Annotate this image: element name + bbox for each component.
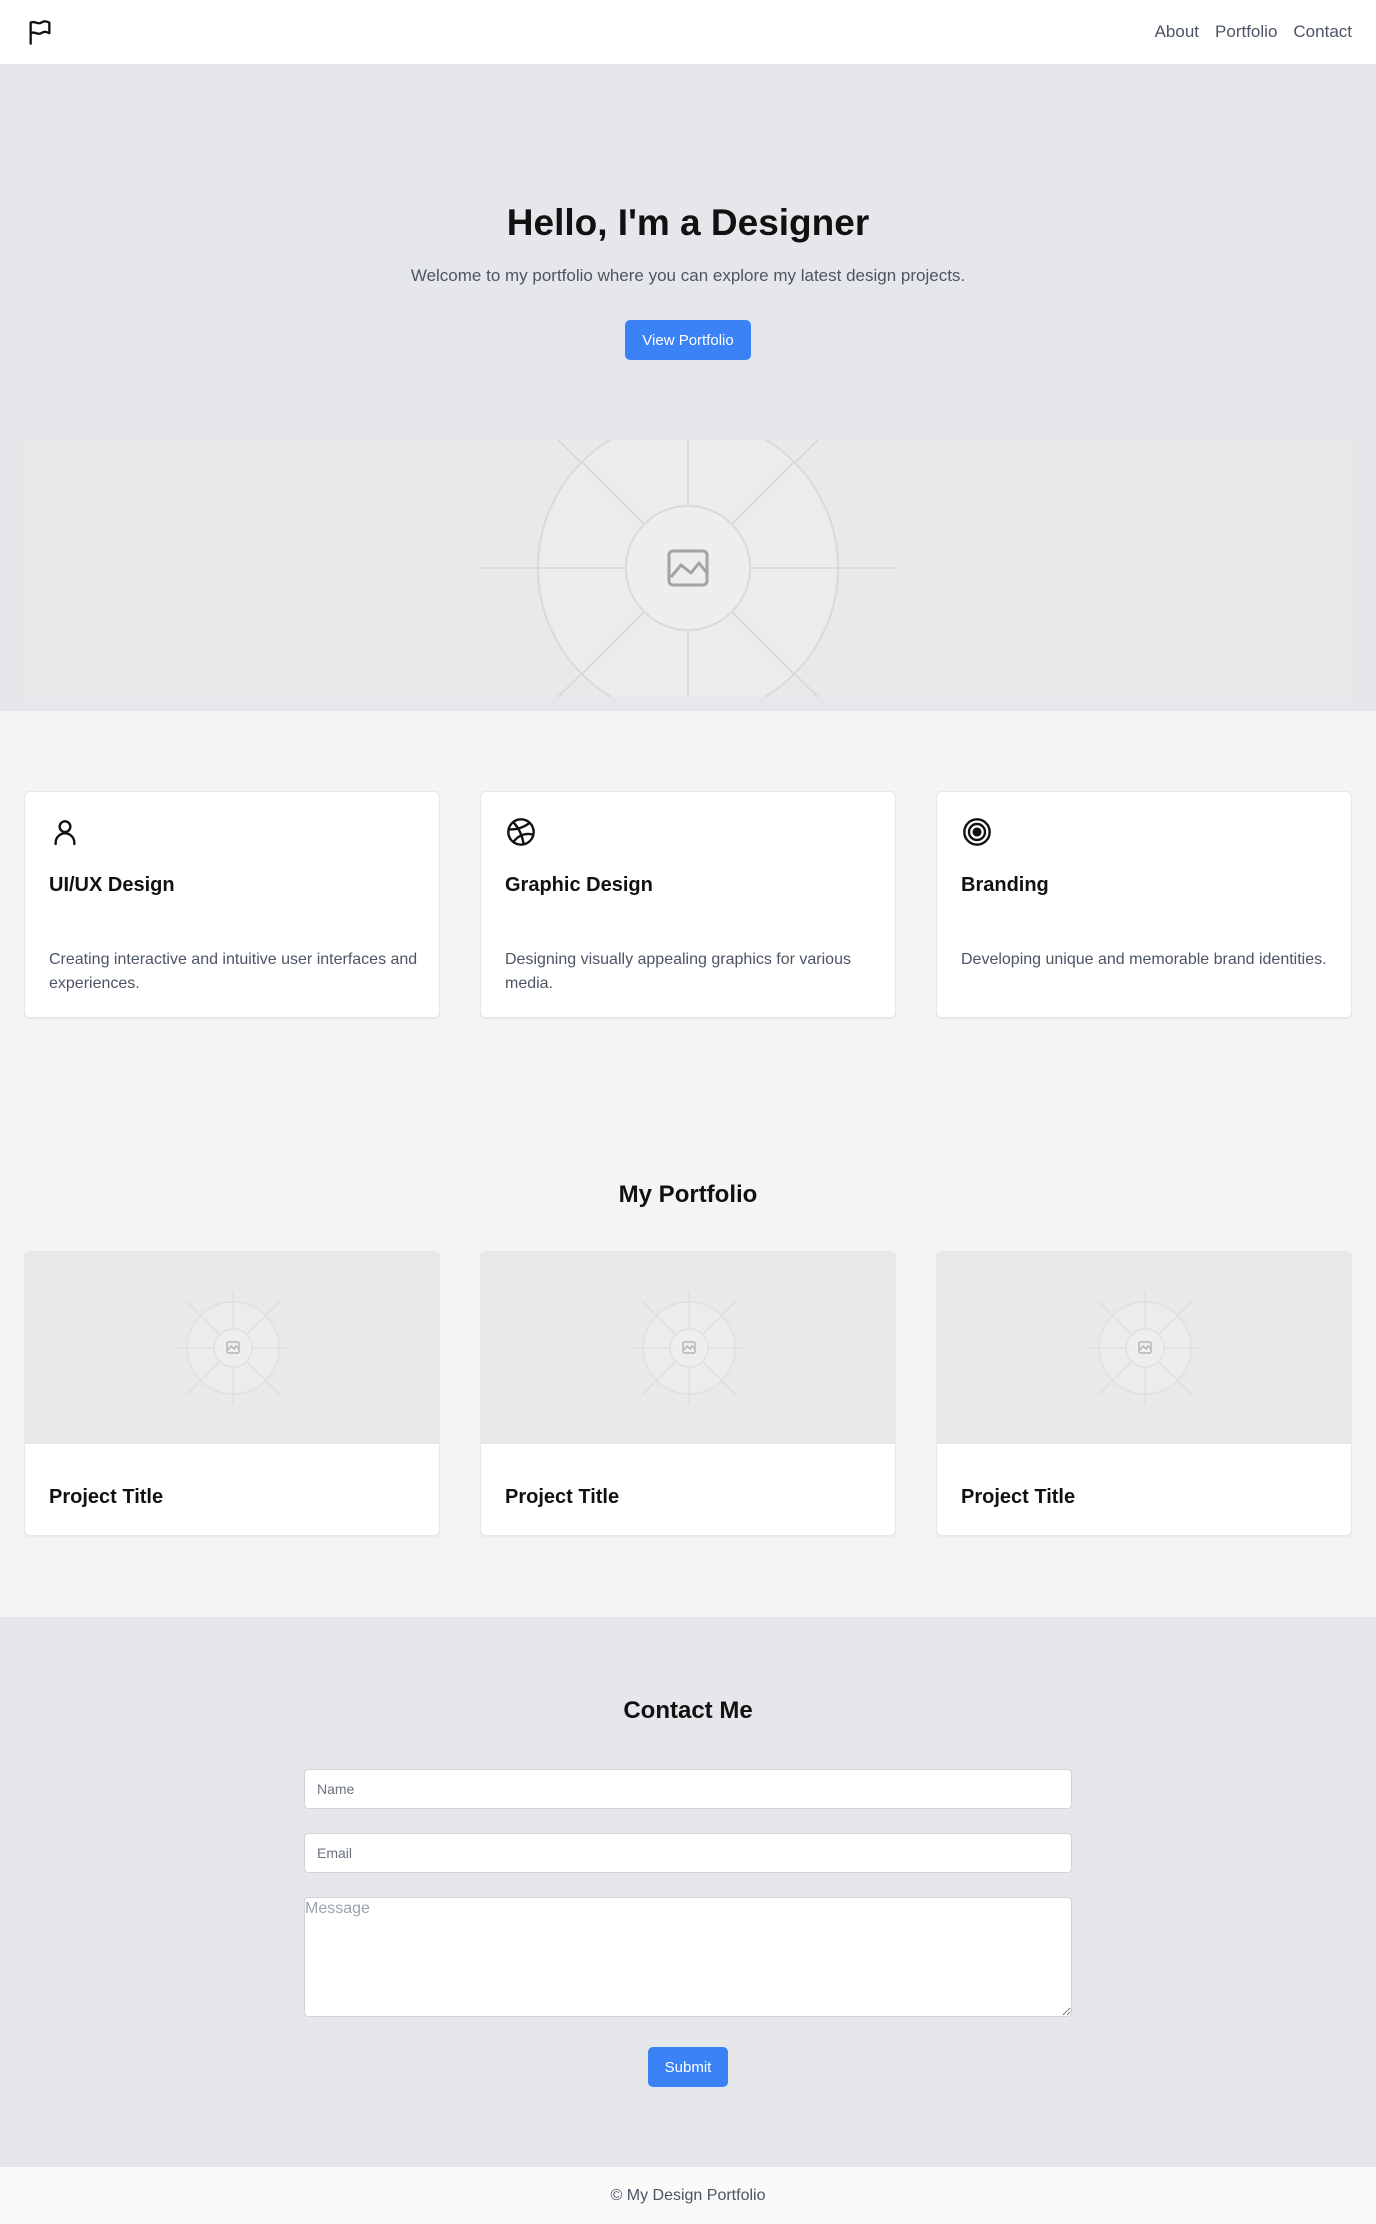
project-image xyxy=(25,1252,439,1444)
service-title: Branding xyxy=(961,874,1049,896)
project-card[interactable]: Project Title xyxy=(480,1251,896,1536)
service-card: UI/UX Design Creating interactive and in… xyxy=(24,791,440,1018)
nav-link-about[interactable]: About xyxy=(1155,22,1199,42)
top-navbar: About Portfolio Contact xyxy=(0,0,1376,64)
footer-text: © My Design Portfolio xyxy=(610,2186,766,2204)
service-description: Developing unique and memorable brand id… xyxy=(961,951,1327,968)
user-icon xyxy=(49,816,81,848)
hero-title: Hello, I'm a Designer xyxy=(506,202,870,243)
hero-subtitle: Welcome to my portfolio where you can ex… xyxy=(410,266,966,285)
nav-link-portfolio[interactable]: Portfolio xyxy=(1215,22,1277,42)
services-portfolio-section: UI/UX Design Creating interactive and in… xyxy=(0,711,1376,1617)
service-title: UI/UX Design xyxy=(49,874,175,896)
service-description: Designing visually appealing graphics fo… xyxy=(505,951,851,992)
submit-button[interactable]: Submit xyxy=(648,2047,728,2087)
project-card[interactable]: Project Title xyxy=(24,1251,440,1536)
hero-section: Hello, I'm a Designer Welcome to my port… xyxy=(0,64,1376,711)
flag-icon[interactable] xyxy=(24,16,56,48)
target-icon xyxy=(961,816,993,848)
project-image xyxy=(481,1252,895,1444)
service-description: Creating interactive and intuitive user … xyxy=(49,951,418,992)
project-image xyxy=(937,1252,1351,1444)
service-title: Graphic Design xyxy=(505,874,653,896)
message-field[interactable] xyxy=(304,1897,1072,2017)
service-card: Graphic Design Designing visually appeal… xyxy=(480,791,896,1018)
project-title: Project Title xyxy=(961,1486,1076,1508)
project-title: Project Title xyxy=(49,1486,164,1508)
main-nav: About Portfolio Contact xyxy=(1155,22,1352,42)
service-card: Branding Developing unique and memorable… xyxy=(936,791,1352,1018)
hero-image xyxy=(24,440,1352,697)
view-portfolio-button[interactable]: View Portfolio xyxy=(625,320,751,360)
project-title: Project Title xyxy=(505,1486,620,1508)
nav-link-contact[interactable]: Contact xyxy=(1293,22,1352,42)
image-placeholder-icon xyxy=(24,440,1352,697)
footer: © My Design Portfolio xyxy=(0,2167,1376,2224)
portfolio-heading: My Portfolio xyxy=(618,1181,758,1208)
contact-section: Contact Me Submit xyxy=(0,1617,1376,2167)
project-card[interactable]: Project Title xyxy=(936,1251,1352,1536)
name-field[interactable] xyxy=(304,1769,1072,1809)
email-field[interactable] xyxy=(304,1833,1072,1873)
dribbble-icon xyxy=(505,816,537,848)
contact-heading: Contact Me xyxy=(623,1697,753,1724)
